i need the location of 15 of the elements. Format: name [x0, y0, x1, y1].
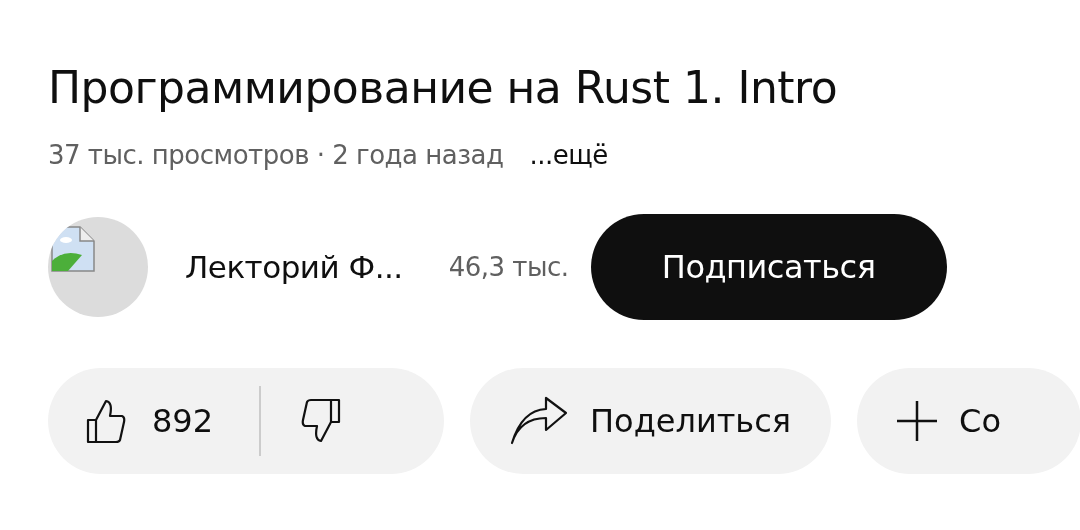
- like-button[interactable]: 892: [86, 398, 214, 444]
- video-stats: 37 тыс. просмотров · 2 года назад: [48, 140, 504, 170]
- thumbs-down-icon: [301, 398, 342, 444]
- share-button[interactable]: Поделиться: [470, 368, 832, 474]
- plus-icon: [897, 401, 938, 441]
- save-button[interactable]: Со: [857, 368, 1080, 474]
- video-title: Программирование на Rust 1. Intro: [48, 61, 839, 115]
- more-link[interactable]: ...ещё: [529, 140, 608, 170]
- dislike-button[interactable]: [301, 398, 342, 444]
- channel-name[interactable]: Лекторий Ф...: [185, 249, 403, 285]
- subscribe-button[interactable]: Подписаться: [590, 214, 947, 320]
- thumbs-up-icon: [86, 398, 126, 444]
- subscriber-count: 46,3 тыс.: [448, 252, 569, 282]
- broken-image-icon: [50, 225, 96, 273]
- share-arrow-icon: [510, 396, 568, 446]
